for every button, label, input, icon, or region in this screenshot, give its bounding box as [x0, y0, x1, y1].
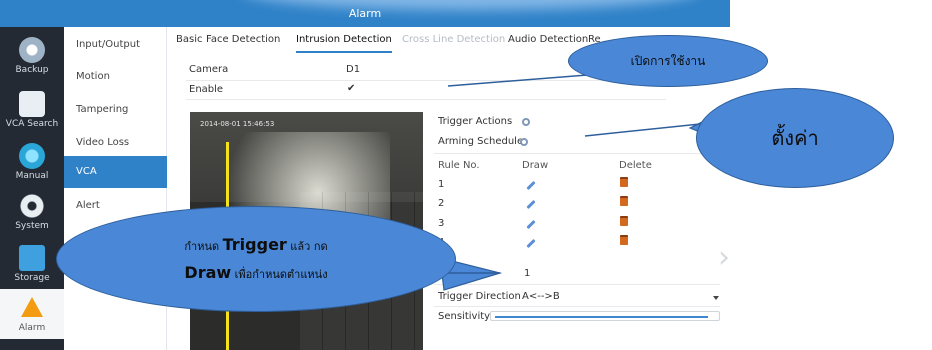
nav-item-manual[interactable]: Manual: [0, 137, 64, 191]
chevron-down-icon[interactable]: [713, 296, 719, 300]
trash-icon[interactable]: [620, 235, 628, 245]
sensitivity-label: Sensitivity: [438, 311, 491, 322]
callout-text: กำหนด: [184, 240, 223, 253]
pencil-icon[interactable]: [526, 199, 536, 210]
pencil-icon[interactable]: [526, 180, 536, 191]
callout-draw-line2: Draw เพื่อกำหนดตำแหน่ง: [184, 263, 327, 283]
tab-basic[interactable]: Basic: [176, 29, 202, 51]
trigger-direction-label: Trigger Direction: [438, 291, 521, 302]
callout-text-bold: Draw: [184, 263, 232, 282]
search-icon: [19, 91, 45, 117]
rule-no-header: Rule No.: [438, 160, 480, 171]
pencil-icon[interactable]: [526, 219, 536, 230]
divider: [434, 284, 720, 285]
rule-select[interactable]: 1: [524, 268, 530, 279]
backup-icon: [19, 37, 45, 63]
alarm-icon: [21, 297, 43, 317]
submenu-item-video-loss[interactable]: Video Loss: [64, 127, 167, 159]
trigger-actions-label: Trigger Actions: [438, 116, 513, 127]
tab-intrusion-detection[interactable]: Intrusion Detection: [296, 29, 392, 53]
left-navigation: Backup VCA Search Manual System Storage …: [0, 27, 64, 350]
tab-cross-line-detection[interactable]: Cross Line Detection: [402, 29, 505, 51]
callout-text: เพื่อกำหนดตำแหน่ง: [231, 268, 328, 281]
title-glow: [240, 0, 700, 10]
camera-select[interactable]: D1: [346, 64, 360, 75]
divider: [186, 80, 666, 81]
tab-face-detection[interactable]: Face Detection: [206, 29, 280, 51]
nav-item-storage[interactable]: Storage: [0, 239, 64, 293]
enable-checkbox[interactable]: ✔: [347, 83, 355, 94]
nav-label: Storage: [14, 273, 50, 283]
nav-label: System: [15, 221, 49, 231]
draw-header: Draw: [522, 160, 549, 171]
callout-text-bold: Trigger: [222, 235, 287, 254]
camera-label: Camera: [189, 64, 229, 75]
callout-settings-text: ตั้งค่า: [771, 126, 819, 150]
title-bar: Alarm: [0, 0, 730, 27]
callout-settings: ตั้งค่า: [696, 88, 894, 188]
trash-icon[interactable]: [620, 196, 628, 206]
trash-icon[interactable]: [620, 216, 628, 226]
nav-item-system[interactable]: System: [0, 187, 64, 241]
preview-timestamp: 2014-08-01 15:46:53: [200, 120, 275, 128]
nav-label: VCA Search: [5, 119, 59, 129]
submenu-item-motion[interactable]: Motion: [64, 61, 167, 93]
arming-schedule-label: Arming Schedule: [438, 136, 524, 147]
callout-draw: กำหนด Trigger แล้ว กด Draw เพื่อกำหนดตำแ…: [56, 206, 456, 312]
rule-number: 3: [438, 218, 445, 229]
nav-label: Alarm: [18, 323, 46, 333]
callout-text: แล้ว กด: [286, 240, 328, 253]
app-window: Alarm Backup VCA Search Manual System St…: [0, 0, 932, 350]
submenu-item-input-output[interactable]: Input/Output: [64, 29, 167, 61]
nav-item-vca-search[interactable]: VCA Search: [0, 85, 64, 139]
window-title: Alarm: [348, 7, 382, 20]
delete-header: Delete: [619, 160, 652, 171]
trigger-actions-gear-icon[interactable]: [522, 118, 530, 126]
submenu-item-vca[interactable]: VCA: [64, 156, 167, 188]
sensitivity-fill: [495, 316, 708, 318]
arming-schedule-gear-icon[interactable]: [520, 138, 528, 146]
trash-icon[interactable]: [620, 177, 628, 187]
divider: [434, 153, 720, 154]
nav-item-alarm[interactable]: Alarm: [0, 289, 64, 339]
rule-number: 1: [438, 179, 445, 190]
callout-enable: เปิดการใช้งาน: [568, 35, 768, 87]
callout-enable-text: เปิดการใช้งาน: [630, 53, 706, 68]
sensitivity-slider[interactable]: [490, 311, 720, 321]
submenu-item-tampering[interactable]: Tampering: [64, 94, 167, 126]
chevron-right-icon[interactable]: ›: [718, 240, 730, 275]
storage-icon: [19, 245, 45, 271]
manual-icon: [19, 143, 45, 169]
callout-draw-line1: กำหนด Trigger แล้ว กด: [184, 235, 327, 255]
nav-label: Backup: [15, 65, 49, 75]
gear-icon: [19, 193, 45, 219]
nav-item-backup[interactable]: Backup: [0, 31, 64, 85]
tab-audio-detection[interactable]: Audio Detection: [508, 29, 588, 51]
nav-label: Manual: [15, 171, 49, 181]
enable-label: Enable: [189, 84, 224, 95]
callout-leader: [584, 123, 701, 137]
rule-number: 2: [438, 198, 445, 209]
divider: [434, 306, 720, 307]
pencil-icon[interactable]: [526, 238, 536, 249]
trigger-direction-select[interactable]: A<-->B: [522, 291, 560, 302]
divider: [186, 99, 666, 100]
